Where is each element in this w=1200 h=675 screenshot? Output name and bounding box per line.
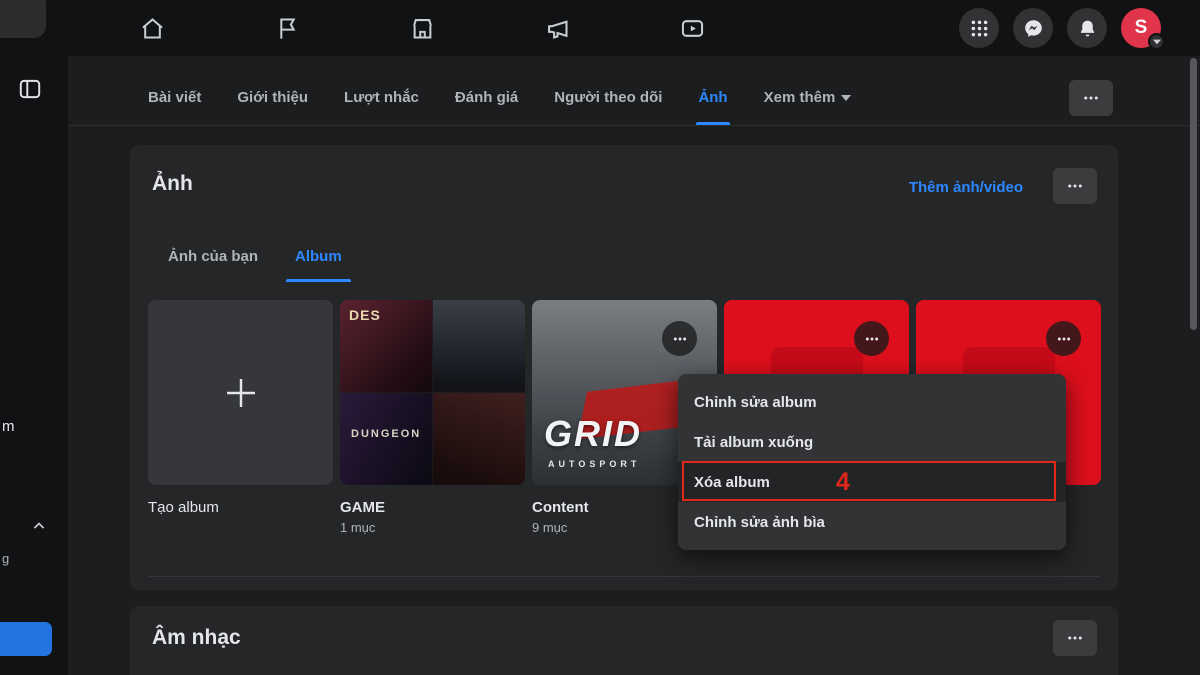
top-navigation-bar: S — [0, 0, 1200, 56]
chevron-down-icon — [1148, 33, 1165, 50]
ellipsis-icon — [1082, 89, 1100, 107]
photos-more-button[interactable] — [1053, 168, 1097, 204]
facebook-photos-page: S m g Bài viết Giới thiệu Lượt nhắc Đánh… — [0, 0, 1200, 675]
main-nav — [138, 0, 706, 56]
tab-label: Xem thêm — [764, 89, 836, 106]
album-game: DES DUNGEON GAME 1 mục — [340, 300, 525, 535]
photos-sub-tabs: Ảnh của bạn Album — [168, 230, 342, 282]
nav-marketplace-button[interactable] — [408, 14, 436, 42]
notifications-button[interactable] — [1067, 8, 1107, 48]
flag-icon — [274, 15, 301, 42]
left-sidebar: m g — [0, 56, 68, 675]
divider — [148, 576, 1100, 577]
corner-menu-partial — [0, 0, 46, 38]
ellipsis-icon — [672, 331, 688, 347]
album-options-button[interactable] — [662, 321, 697, 356]
annotation-highlight-box: 4 — [682, 461, 1056, 501]
menu-download-album[interactable]: Tải album xuống — [678, 422, 1066, 462]
album-game-cover[interactable]: DES DUNGEON — [340, 300, 525, 485]
add-photo-video-link[interactable]: Thêm ảnh/video — [909, 179, 1023, 196]
annotation-step-number: 4 — [836, 468, 850, 497]
tab-label: Người theo dõi — [554, 89, 662, 106]
nav-watch-button[interactable] — [678, 14, 706, 42]
tab-albums[interactable]: Album — [295, 230, 342, 282]
ellipsis-icon — [864, 331, 880, 347]
plus-icon — [220, 372, 262, 414]
tab-reviews[interactable]: Đánh giá — [455, 70, 518, 125]
ellipsis-icon — [1066, 177, 1084, 195]
cover-art-text: DES — [349, 307, 381, 323]
chevron-up-icon — [29, 516, 49, 536]
menu-item-label: Tải album xuống — [694, 434, 813, 451]
tab-label: Ảnh của bạn — [168, 248, 258, 265]
music-more-button[interactable] — [1053, 620, 1097, 656]
home-icon — [139, 15, 166, 42]
tab-followers[interactable]: Người theo dõi — [554, 70, 662, 125]
scrollbar-thumb[interactable] — [1190, 58, 1197, 330]
tab-label: Đánh giá — [455, 89, 518, 106]
apps-grid-icon — [969, 18, 990, 39]
nav-pages-button[interactable] — [273, 14, 301, 42]
tab-about[interactable]: Giới thiệu — [237, 70, 308, 125]
video-play-icon — [679, 15, 706, 42]
tab-your-photos[interactable]: Ảnh của bạn — [168, 230, 258, 282]
ellipsis-icon — [1056, 331, 1072, 347]
messenger-button[interactable] — [1013, 8, 1053, 48]
nav-ads-button[interactable] — [543, 14, 571, 42]
album-count: 1 mục — [340, 520, 525, 535]
nav-home-button[interactable] — [138, 14, 166, 42]
ellipsis-icon — [1066, 629, 1084, 647]
tab-photos[interactable]: Ảnh — [698, 70, 727, 125]
create-album-tile: Tạo album — [148, 300, 333, 535]
music-section-title: Âm nhạc — [152, 626, 241, 650]
chevron-down-icon — [841, 95, 851, 101]
tab-see-more[interactable]: Xem thêm — [764, 70, 852, 125]
tab-label: Bài viết — [148, 89, 201, 106]
panel-toggle-icon — [17, 76, 43, 102]
album-options-button[interactable] — [854, 321, 889, 356]
tab-label: Lượt nhắc — [344, 89, 419, 106]
album-options-button[interactable] — [1046, 321, 1081, 356]
sidebar-partial-action-button[interactable] — [0, 622, 52, 656]
sidebar-partial-label-top: m — [2, 418, 15, 435]
tab-label: Ảnh — [698, 89, 727, 106]
avatar-initial: S — [1135, 17, 1148, 39]
sidebar-toggle-button[interactable] — [16, 76, 44, 104]
tab-posts[interactable]: Bài viết — [148, 70, 201, 125]
bell-icon — [1077, 18, 1098, 39]
apps-menu-button[interactable] — [959, 8, 999, 48]
cover-art-subtitle: AUTOSPORT — [548, 459, 640, 469]
tab-mentions[interactable]: Lượt nhắc — [344, 70, 419, 125]
album-name: GAME — [340, 499, 525, 516]
tab-label: Album — [295, 248, 342, 265]
album-name: Tạo album — [148, 499, 333, 516]
menu-edit-cover-photo[interactable]: Chỉnh sửa ảnh bìa — [678, 502, 1066, 542]
music-section-card: Âm nhạc — [130, 606, 1118, 675]
cover-art-text: DUNGEON — [351, 428, 421, 440]
tab-label: Giới thiệu — [237, 89, 308, 106]
menu-item-label: Chỉnh sửa ảnh bìa — [694, 514, 825, 531]
profile-tab-bar: Bài viết Giới thiệu Lượt nhắc Đánh giá N… — [68, 70, 1200, 126]
sidebar-collapse-button[interactable] — [28, 516, 50, 538]
create-album-button[interactable] — [148, 300, 333, 485]
menu-edit-album[interactable]: Chỉnh sửa album — [678, 382, 1066, 422]
photos-section-title: Ảnh — [152, 172, 193, 196]
messenger-icon — [1023, 18, 1044, 39]
profile-more-button[interactable] — [1069, 80, 1113, 116]
sidebar-partial-label-bottom: g — [2, 551, 9, 566]
megaphone-icon — [544, 15, 571, 42]
storefront-icon — [409, 15, 436, 42]
profile-menu-button[interactable]: S — [1121, 8, 1161, 48]
cover-art-title: GRID — [544, 413, 642, 455]
menu-item-label: Chỉnh sửa album — [694, 394, 817, 411]
topbar-actions: S — [959, 8, 1161, 48]
